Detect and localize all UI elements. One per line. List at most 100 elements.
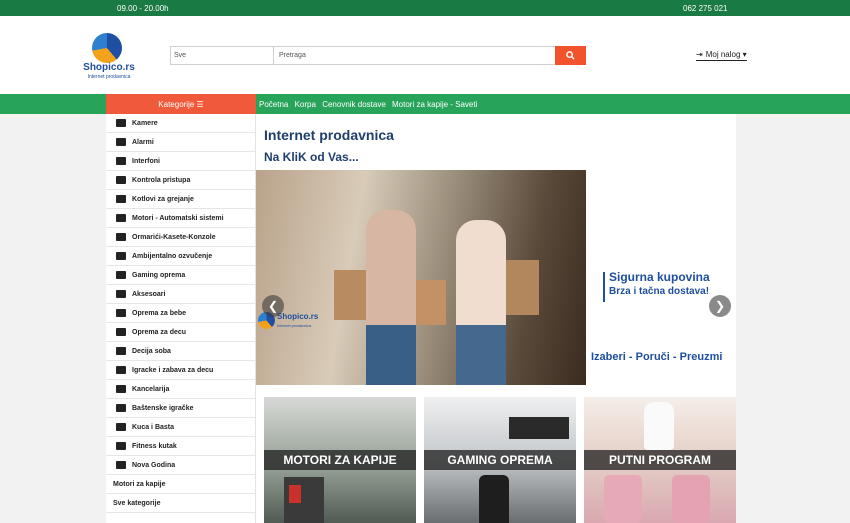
sidebar-item-label: Kotlovi za grejanje bbox=[132, 195, 194, 203]
briefcase-icon bbox=[113, 289, 128, 299]
sidebar-item-interfoni[interactable]: Interfoni bbox=[106, 152, 255, 171]
chevron-right-icon: ❯ bbox=[714, 299, 726, 313]
sidebar-item-label: Kancelarija bbox=[132, 385, 170, 393]
tree-icon bbox=[113, 460, 128, 470]
logo-tagline: Internet prodavnica bbox=[87, 74, 131, 80]
sidebar-item-label: Nova Godina bbox=[132, 461, 176, 469]
office-icon bbox=[113, 384, 128, 394]
sidebar-item-bebe[interactable]: Oprema za bebe bbox=[106, 304, 255, 323]
account-label: Moj nalog ▾ bbox=[705, 50, 747, 59]
sidebar-item-kontrola-pristupa[interactable]: Kontrola pristupa bbox=[106, 171, 255, 190]
nav-link-home[interactable]: Početna bbox=[259, 100, 288, 109]
sidebar-item-label: Baštenske igračke bbox=[132, 404, 194, 412]
sidebar-item-label: Motori - Automatski sistemi bbox=[132, 214, 224, 222]
sidebar-item-label: Decija soba bbox=[132, 347, 171, 355]
fitness-icon bbox=[113, 441, 128, 451]
sidebar-item-bastenske[interactable]: Baštenske igračke bbox=[106, 399, 255, 418]
sidebar-item-label: Fitness kutak bbox=[132, 442, 177, 450]
garden-toy-icon bbox=[113, 403, 128, 413]
slider-logo-tagline: Internet prodavnica bbox=[277, 323, 312, 328]
sidebar-item-gaming[interactable]: Gaming oprema bbox=[106, 266, 255, 285]
search-button[interactable] bbox=[555, 46, 586, 65]
access-control-icon bbox=[113, 175, 128, 185]
sign-in-icon: ⇥ bbox=[696, 50, 703, 59]
hero-slider[interactable]: Shopico.rs Internet prodavnica Sigurna k… bbox=[256, 170, 736, 385]
site-logo[interactable]: Shopico.rs Internet prodavnica bbox=[78, 33, 140, 83]
gate-motor-icon bbox=[113, 213, 128, 223]
sidebar-item-ozvucenje[interactable]: Ambijentalno ozvučenje bbox=[106, 247, 255, 266]
logo-globe-icon bbox=[92, 33, 122, 63]
categories-button[interactable]: Kategorije ☰ bbox=[106, 94, 256, 114]
slider-next-button[interactable]: ❯ bbox=[709, 295, 731, 317]
cabinet-icon bbox=[113, 232, 128, 242]
stroller-icon bbox=[113, 327, 128, 337]
sidebar-item-label: Oprema za decu bbox=[132, 328, 187, 336]
search-category-select[interactable]: Sve bbox=[170, 46, 274, 65]
sidebar-item-aksesoari[interactable]: Aksesoari bbox=[106, 285, 255, 304]
tile-label: GAMING OPREMA bbox=[424, 450, 576, 470]
sidebar-item-sve-kategorije[interactable]: Sve kategorije bbox=[106, 494, 255, 513]
house-icon bbox=[113, 422, 128, 432]
account-menu[interactable]: ⇥ Moj nalog ▾ bbox=[696, 50, 747, 61]
sidebar-item-kamere[interactable]: Kamere bbox=[106, 114, 255, 133]
slider-prev-button[interactable]: ❮ bbox=[262, 295, 284, 317]
hero-photo bbox=[256, 170, 586, 385]
page-background-right bbox=[736, 114, 850, 523]
tile-label: PUTNI PROGRAM bbox=[584, 450, 736, 470]
opening-hours: 09.00 - 20.00h bbox=[117, 4, 169, 13]
sidebar-item-label: Aksesoari bbox=[132, 290, 166, 298]
page-title: Internet prodavnica bbox=[264, 127, 394, 143]
slider-line-3: Izaberi - Poruči - Preuzmi bbox=[591, 351, 723, 363]
nav-link-shipping[interactable]: Cenovnik dostave bbox=[322, 100, 386, 109]
sidebar-item-label: Alarmi bbox=[132, 138, 154, 146]
category-sidebar: Kamere Alarmi Interfoni Kontrola pristup… bbox=[106, 114, 256, 523]
sidebar-item-label: Oprema za bebe bbox=[132, 309, 187, 317]
sidebar-item-igracke[interactable]: Igracke i zabava za decu bbox=[106, 361, 255, 380]
sidebar-item-fitness[interactable]: Fitness kutak bbox=[106, 437, 255, 456]
slider-text-panel: Sigurna kupovina Brza i tačna dostava! I… bbox=[586, 170, 736, 385]
tile-label: MOTORI ZA KAPIJE bbox=[264, 450, 416, 470]
phone-number[interactable]: 062 275 021 bbox=[683, 4, 728, 13]
gaming-icon bbox=[113, 270, 128, 280]
sidebar-item-label: Ambijentalno ozvučenje bbox=[132, 252, 213, 260]
sidebar-item-label: Kuca i Basta bbox=[132, 423, 175, 431]
logo-brand: Shopico.rs bbox=[83, 62, 135, 73]
nav-links: Početna Korpa Cenovnik dostave Motori za… bbox=[259, 100, 481, 109]
slider-logo-brand: Shopico.rs bbox=[277, 312, 319, 321]
camera-icon bbox=[113, 118, 128, 128]
toy-icon bbox=[113, 365, 128, 375]
slider-line-2: Brza i tačna dostava! bbox=[609, 286, 710, 297]
slider-line-1: Sigurna kupovina bbox=[609, 270, 710, 284]
sidebar-item-label: Kontrola pristupa bbox=[132, 176, 191, 184]
sidebar-item-decu[interactable]: Oprema za decu bbox=[106, 323, 255, 342]
sidebar-item-label: Interfoni bbox=[132, 157, 160, 165]
sidebar-item-decija-soba[interactable]: Decija soba bbox=[106, 342, 255, 361]
sidebar-item-kuca-basta[interactable]: Kuca i Basta bbox=[106, 418, 255, 437]
sidebar-item-kotlovi[interactable]: Kotlovi za grejanje bbox=[106, 190, 255, 209]
tile-travel[interactable]: PUTNI PROGRAM bbox=[584, 397, 736, 523]
sidebar-item-kancelarija[interactable]: Kancelarija bbox=[106, 380, 255, 399]
nav-link-cart[interactable]: Korpa bbox=[295, 100, 316, 109]
search-icon bbox=[566, 51, 575, 60]
top-bar: 09.00 - 20.00h 062 275 021 bbox=[0, 0, 850, 16]
tile-gate-motors[interactable]: MOTORI ZA KAPIJE bbox=[264, 397, 416, 523]
slider-accent-bar bbox=[603, 272, 605, 302]
nav-link-gate-motors[interactable]: Motori za kapije - Saveti bbox=[392, 100, 477, 109]
crib-icon bbox=[113, 346, 128, 356]
sidebar-item-label: Gaming oprema bbox=[132, 271, 186, 279]
sidebar-item-nova-godina[interactable]: Nova Godina bbox=[106, 456, 255, 475]
main-content: Internet prodavnica Na KliK od Vas... Sh… bbox=[256, 114, 736, 523]
sidebar-item-label: Ormarići-Kasete-Konzole bbox=[132, 233, 216, 241]
tile-gaming[interactable]: GAMING OPREMA bbox=[424, 397, 576, 523]
sidebar-item-motori[interactable]: Motori - Automatski sistemi bbox=[106, 209, 255, 228]
speaker-icon bbox=[113, 251, 128, 261]
page-background-left bbox=[0, 114, 106, 523]
sidebar-item-alarmi[interactable]: Alarmi bbox=[106, 133, 255, 152]
baby-icon bbox=[113, 308, 128, 318]
sidebar-item-ormarici[interactable]: Ormarići-Kasete-Konzole bbox=[106, 228, 255, 247]
sidebar-item-label: Kamere bbox=[132, 119, 158, 127]
search-input[interactable]: Pretraga bbox=[274, 46, 556, 65]
sidebar-item-motori-za-kapije[interactable]: Motori za kapije bbox=[106, 475, 255, 494]
chevron-left-icon: ❮ bbox=[267, 299, 279, 313]
intercom-icon bbox=[113, 156, 128, 166]
